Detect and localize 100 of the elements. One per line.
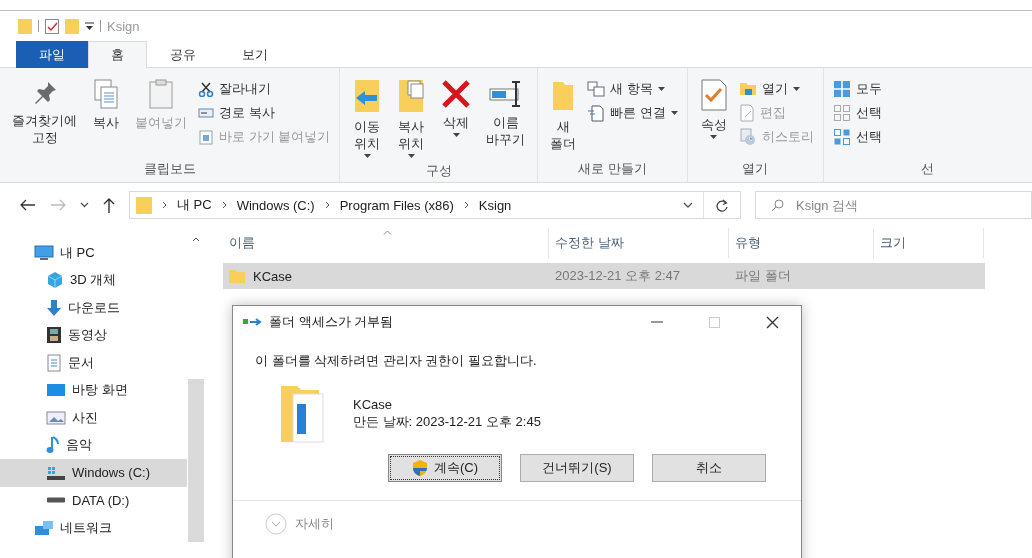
- ribbon-button[interactable]: 이동 위치: [346, 74, 389, 162]
- sidebar-item[interactable]: 동영상: [0, 321, 187, 349]
- ribbon-button[interactable]: 속성: [693, 74, 734, 160]
- document-icon: [46, 353, 62, 372]
- clipboard-icon: [147, 78, 175, 110]
- ribbon-group-label: 클립보드: [142, 160, 197, 178]
- delete-icon: [440, 78, 473, 110]
- breadcrumb[interactable]: Ksign: [478, 197, 512, 213]
- folder-copy-icon: [396, 78, 427, 114]
- ribbon-group-label: 선: [920, 160, 936, 178]
- breadcrumb[interactable]: 내 PC: [177, 196, 212, 214]
- file-row[interactable]: KCase 2023-12-21 오후 2:47 파일 폴더: [223, 263, 985, 289]
- scrollbar-thumb[interactable]: [188, 379, 204, 542]
- folder-icon: [229, 269, 245, 283]
- dialog-button[interactable]: 계속(C): [388, 454, 502, 482]
- folder-icon: [65, 18, 79, 34]
- dropdown-caret-icon: [407, 154, 415, 158]
- ribbon-button[interactable]: 모두: [829, 78, 885, 100]
- path-icon: [198, 105, 214, 121]
- chevron-down-icon[interactable]: [80, 202, 89, 208]
- picture-icon: [46, 409, 66, 426]
- ribbon-button[interactable]: 열기: [735, 78, 817, 100]
- customize-dropdown-icon[interactable]: [85, 21, 94, 31]
- table-cell: 2023-12-21 오후 2:47: [555, 267, 681, 285]
- ribbon-tab[interactable]: 보기: [219, 41, 291, 68]
- ribbon-tab[interactable]: 홈: [88, 41, 147, 68]
- dropdown-caret-icon: [670, 111, 678, 115]
- ribbon-group-label: 열기: [741, 160, 770, 178]
- breadcrumb[interactable]: Program Files (x86): [339, 197, 454, 213]
- refresh-icon: [716, 198, 728, 212]
- shortcut-icon: [198, 129, 214, 145]
- close-icon[interactable]: [766, 315, 779, 329]
- film-icon: [46, 326, 62, 345]
- address-bar[interactable]: 내 PC Windows (C:) Program Files (x86) Ksign: [129, 191, 741, 219]
- ribbon-button[interactable]: 복사 위치: [390, 74, 433, 162]
- dialog-button[interactable]: 건너뛰기(S): [520, 454, 634, 482]
- chevron-right-icon: [162, 201, 167, 209]
- sidebar-item[interactable]: 3D 개체: [0, 266, 187, 294]
- drive-icon: [46, 464, 66, 481]
- ribbon-button[interactable]: 경로 복사: [195, 102, 334, 124]
- ribbon-button[interactable]: 복사: [85, 74, 127, 160]
- dialog-button[interactable]: 취소: [652, 454, 766, 482]
- ribbon-button[interactable]: 선택: [829, 102, 885, 124]
- column-header[interactable]: 유형: [729, 228, 874, 258]
- dropdown-caret-icon: [452, 133, 460, 137]
- window-title: Ksign: [107, 18, 140, 34]
- copy-icon: [91, 78, 121, 110]
- details-toggle[interactable]: 자세히: [265, 513, 334, 535]
- download-arrow-icon: [46, 298, 62, 317]
- music-note-icon: [46, 436, 60, 455]
- column-header[interactable]: 이름: [223, 228, 549, 258]
- cube-icon: [46, 271, 64, 290]
- up-arrow-icon[interactable]: [103, 197, 115, 213]
- sidebar-item[interactable]: 음악: [0, 431, 187, 459]
- new-item-icon: [587, 81, 606, 97]
- sidebar-item[interactable]: 문서: [0, 349, 187, 377]
- dropdown-caret-icon: [710, 135, 718, 139]
- computer-icon: [34, 244, 54, 261]
- shield-icon: [411, 459, 428, 477]
- search-field[interactable]: Ksign 검색: [755, 191, 1032, 219]
- grid-icon: [832, 80, 851, 98]
- ribbon-button[interactable]: 이름 바꾸기: [480, 74, 532, 162]
- sidebar-item[interactable]: Windows (C:): [0, 459, 187, 487]
- breadcrumb[interactable]: Windows (C:): [236, 197, 315, 213]
- column-header[interactable]: 수정한 날짜: [549, 228, 729, 258]
- sidebar-item[interactable]: 내 PC: [0, 239, 187, 267]
- ribbon-button[interactable]: 선택: [829, 126, 885, 148]
- column-header[interactable]: 크기: [874, 228, 984, 258]
- dialog-title: 폴더 액세스가 거부됨: [269, 313, 394, 331]
- move-arrow-icon: [243, 317, 263, 327]
- ribbon-group-label: 새로 만들기: [577, 160, 648, 178]
- back-arrow-icon[interactable]: [20, 199, 36, 211]
- ribbon-button[interactable]: 새 항목: [584, 78, 681, 100]
- ribbon-button[interactable]: 잘라내기: [195, 78, 334, 100]
- ribbon-button[interactable]: 빠른 연결: [584, 102, 681, 124]
- folder-icon: [18, 18, 32, 34]
- chevron-down-icon[interactable]: [683, 202, 693, 208]
- grid-icon: [832, 128, 851, 146]
- sort-ascending-icon: [383, 230, 392, 235]
- sidebar-item[interactable]: DATA (D:): [0, 486, 187, 514]
- table-cell: 파일 폴더: [735, 267, 791, 285]
- sidebar-item[interactable]: 사진: [0, 404, 187, 432]
- ribbon-tab[interactable]: 파일: [16, 41, 88, 68]
- created-date: 만든 날짜: 2023-12-21 오후 2:45: [353, 413, 541, 430]
- checkbox-icon: [45, 18, 59, 34]
- ribbon-button[interactable]: 즐겨찾기에 고정: [6, 74, 83, 160]
- sidebar-item[interactable]: 네트워크: [0, 514, 187, 542]
- ribbon-tab[interactable]: 공유: [147, 41, 219, 68]
- dialog-message: 이 폴더를 삭제하려면 관리자 권한이 필요합니다.: [254, 352, 538, 370]
- table-cell: KCase: [253, 268, 293, 284]
- network-icon: [34, 518, 54, 537]
- grid-icon: [832, 104, 851, 122]
- ribbon-button[interactable]: 새 폴더: [544, 74, 583, 160]
- chevron-down-circle-icon: [265, 513, 287, 535]
- search-icon: [771, 199, 784, 212]
- sidebar-item[interactable]: 바탕 화면: [0, 376, 187, 404]
- sidebar-item[interactable]: 다운로드: [0, 294, 187, 322]
- ribbon-button[interactable]: 삭제: [434, 74, 479, 162]
- chevron-right-icon: [324, 201, 330, 209]
- properties-check-icon: [699, 78, 728, 112]
